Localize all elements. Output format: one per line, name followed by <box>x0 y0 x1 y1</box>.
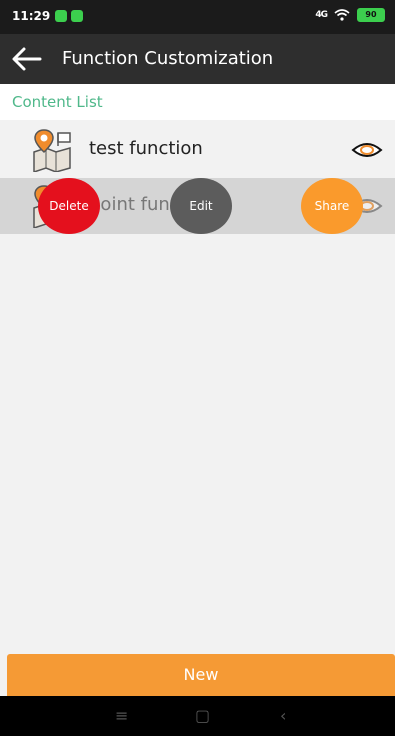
list-item[interactable]: test function <box>0 122 395 178</box>
back-icon[interactable]: ‹ <box>280 706 286 725</box>
battery-icon: 90 <box>357 8 385 22</box>
eye-icon[interactable] <box>351 140 383 160</box>
list-item-label: test function <box>89 138 203 159</box>
page-title: Function Customization <box>62 48 274 69</box>
section-title: Content List <box>12 93 103 111</box>
share-button[interactable]: Share <box>301 178 363 234</box>
new-button[interactable]: New <box>7 654 395 696</box>
section-header: Content List <box>0 84 395 120</box>
list-item-label: point fun <box>89 194 170 215</box>
menu-icon[interactable]: ≡ <box>115 706 128 725</box>
back-arrow-icon[interactable] <box>10 46 42 72</box>
edit-button[interactable]: Edit <box>170 178 232 234</box>
home-icon[interactable]: ▢ <box>195 706 210 725</box>
status-time: 11:29 <box>12 9 51 23</box>
map-pin-icon <box>33 129 71 172</box>
status-bar: 11:29 4G 90 <box>0 0 395 34</box>
signal-icon: 4G <box>315 10 328 20</box>
delete-button[interactable]: Delete <box>38 178 100 234</box>
notification-icon <box>71 10 83 22</box>
system-nav-bar: ≡ ▢ ‹ <box>0 696 395 736</box>
wifi-icon <box>334 9 350 21</box>
notification-icon <box>55 10 67 22</box>
toolbar: Function Customization <box>0 34 395 84</box>
